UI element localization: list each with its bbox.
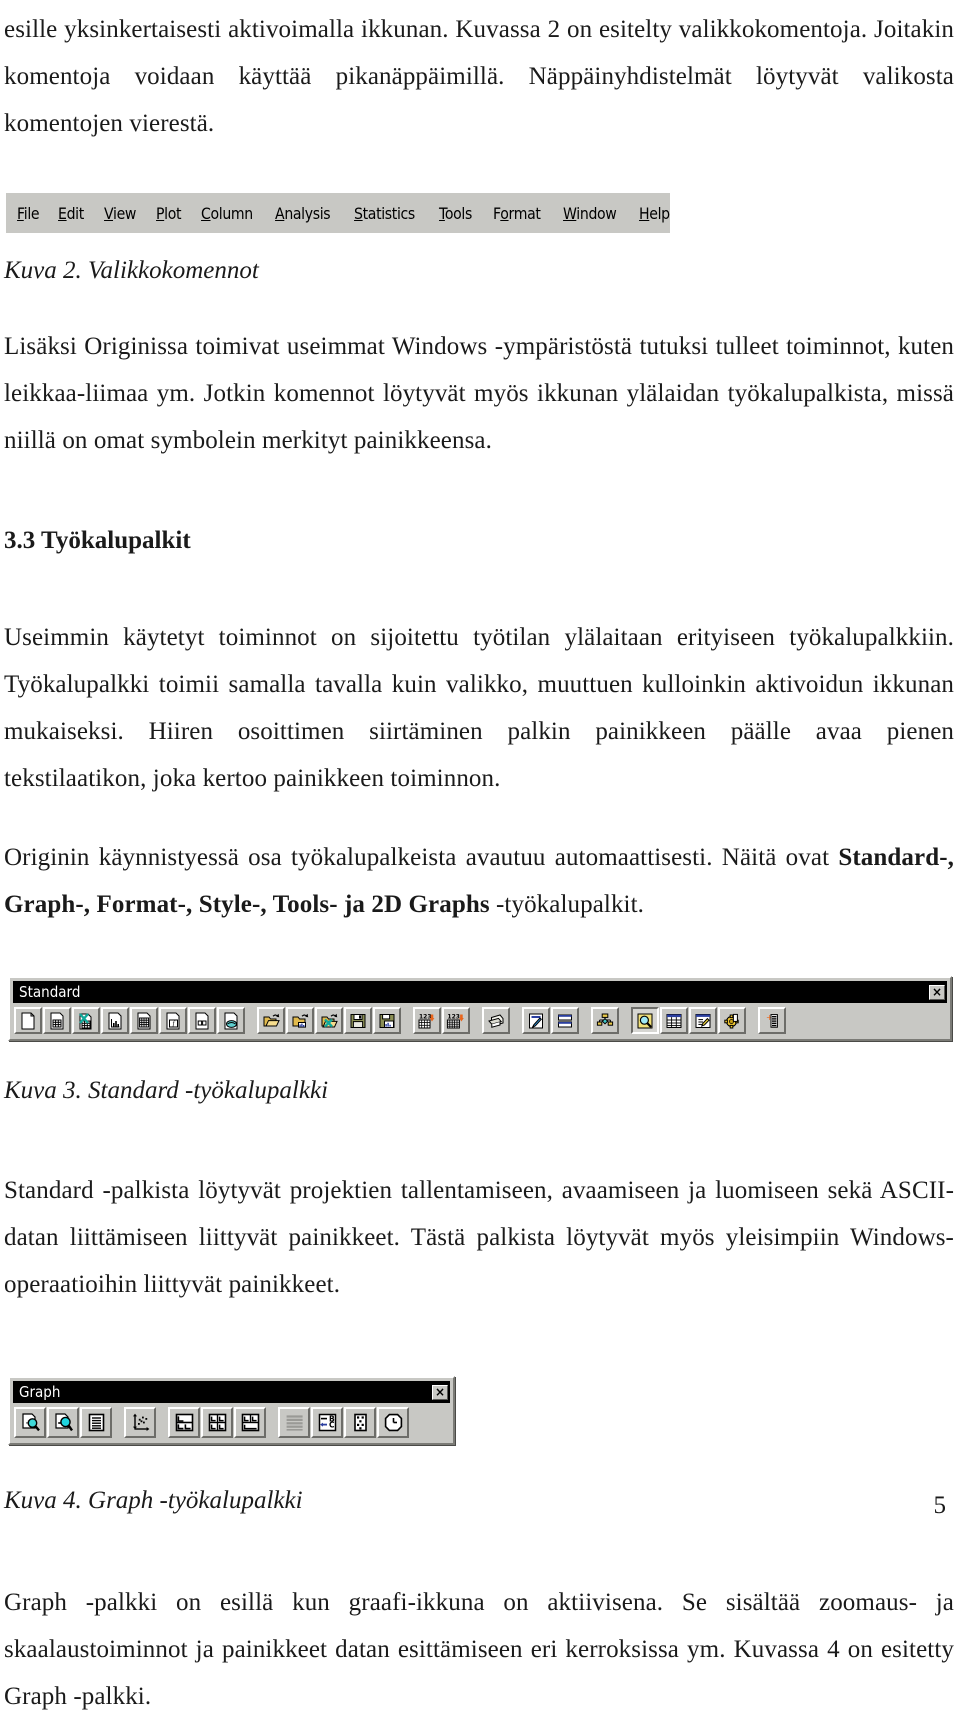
standard-toolbar-group-print xyxy=(482,1007,511,1034)
figure-graph-toolbar: Graph × + xyxy=(8,1376,960,1445)
new-function-icon[interactable]: f xyxy=(159,1007,187,1034)
close-icon[interactable]: × xyxy=(432,1384,448,1400)
merge-layers-icon[interactable]: BC xyxy=(311,1407,343,1438)
page-number: 5 xyxy=(933,1492,947,1519)
menu-item-tools[interactable]: Tools xyxy=(432,202,479,225)
svg-text:123: 123 xyxy=(419,1013,432,1020)
clock-icon[interactable] xyxy=(377,1407,409,1438)
new-excel-icon[interactable] xyxy=(72,1007,100,1034)
save-template-icon[interactable] xyxy=(373,1007,401,1034)
rescale-axes-icon[interactable] xyxy=(124,1407,156,1438)
save-project-icon[interactable] xyxy=(344,1007,372,1034)
new-notes-icon[interactable] xyxy=(217,1007,245,1034)
standard-toolbar-titlebar[interactable]: Standard × xyxy=(13,981,947,1003)
menu-item-edit[interactable]: Edit xyxy=(51,202,91,225)
standard-toolbar-group-edit xyxy=(522,1007,580,1034)
options-gear-icon[interactable] xyxy=(718,1007,746,1034)
copy-rows-icon[interactable] xyxy=(551,1007,579,1034)
caption-figure-4: Kuva 4. Graph -työkalupalkki xyxy=(4,1487,303,1514)
standard-toolbar-window: Standard × f 123 123 + xyxy=(8,976,952,1041)
standard-toolbar-title: Standard xyxy=(19,983,81,1001)
zoom-preview-icon[interactable] xyxy=(631,1007,659,1034)
zoom-in-icon[interactable]: + xyxy=(14,1407,46,1438)
heading-toolbars: 3.3 Työkalupalkit xyxy=(4,527,191,554)
graph-toolbar-group-layers xyxy=(168,1407,267,1438)
standard-toolbar-group-new: f xyxy=(14,1007,246,1034)
menu-item-help[interactable]: Help xyxy=(632,202,677,225)
svg-text:C: C xyxy=(329,1421,335,1430)
paragraph-standard-description: Standard -palkista löytyvät projektien t… xyxy=(4,1177,954,1298)
project-explorer-icon[interactable] xyxy=(591,1007,619,1034)
menu-item-format[interactable]: Format xyxy=(486,202,548,225)
standard-toolbar-group-view xyxy=(631,1007,747,1034)
figure-standard-toolbar: Standard × f 123 123 + xyxy=(8,976,960,1041)
graph-toolbar-title: Graph xyxy=(19,1383,61,1401)
graph-toolbar-body: + xyxy=(10,1403,453,1443)
open-template-icon[interactable] xyxy=(286,1007,314,1034)
paragraph-intro: esille yksinkertaisesti aktivoimalla ikk… xyxy=(4,16,954,137)
svg-text:123: 123 xyxy=(447,1013,460,1020)
caption-figure-3: Kuva 3. Standard -työkalupalkki xyxy=(4,1077,329,1104)
zoom-out-icon[interactable] xyxy=(47,1407,79,1438)
stack-lines-icon[interactable] xyxy=(278,1407,310,1438)
close-icon[interactable]: × xyxy=(929,984,945,1000)
menu-item-view[interactable]: View xyxy=(97,202,143,225)
caption-figure-2: Kuva 2. Valikkokomennot xyxy=(4,257,259,284)
paragraph-toolbars-2: Originin käynnistyessä osa työkalupalkei… xyxy=(0,834,960,928)
data-selector-icon[interactable] xyxy=(344,1407,376,1438)
worksheet-view-icon[interactable] xyxy=(660,1007,688,1034)
paragraph-toolbars-2-pre: Originin käynnistyessä osa työkalupalkei… xyxy=(4,844,839,871)
standard-toolbar-group-import: 123 123 xyxy=(413,1007,471,1034)
graph-toolbar-titlebar[interactable]: Graph × xyxy=(13,1381,450,1403)
menu-item-column[interactable]: Column xyxy=(194,202,260,225)
import-ascii-icon[interactable]: 123 xyxy=(413,1007,441,1034)
menu-item-plot[interactable]: Plot xyxy=(149,202,188,225)
menu-item-statistics[interactable]: Statistics xyxy=(347,202,422,225)
edit-icon[interactable] xyxy=(522,1007,550,1034)
paragraph-after-figure-2: Lisäksi Originissa toimivat useimmat Win… xyxy=(4,333,954,454)
origin-menu-bar[interactable]: File Edit View Plot Column Analysis Stat… xyxy=(6,193,671,233)
open-project-icon[interactable] xyxy=(257,1007,285,1034)
standard-toolbar-body: f 123 123 + xyxy=(10,1003,950,1039)
new-matrix-icon[interactable] xyxy=(130,1007,158,1034)
graph-toolbar-group-data: BC xyxy=(278,1407,410,1438)
layer-grid-4-icon[interactable] xyxy=(201,1407,233,1438)
document-page: esille yksinkertaisesti aktivoimalla ikk… xyxy=(0,0,960,1710)
paragraph-toolbars-1: Useimmin käytetyt toiminnot on sijoitett… xyxy=(4,624,954,792)
results-log-icon[interactable] xyxy=(689,1007,717,1034)
graph-toolbar-window: Graph × + xyxy=(8,1376,455,1445)
import-multiple-ascii-icon[interactable]: 123 xyxy=(442,1007,470,1034)
graph-toolbar-group-zoom: + xyxy=(14,1407,113,1438)
standard-toolbar-group-layers: + xyxy=(758,1007,787,1034)
new-graph-icon[interactable] xyxy=(101,1007,129,1034)
layer-grid-alt-icon[interactable] xyxy=(234,1407,266,1438)
layers-icon[interactable]: + xyxy=(758,1007,786,1034)
graph-toolbar-group-rescale xyxy=(124,1407,157,1438)
print-icon[interactable] xyxy=(482,1007,510,1034)
menu-item-window[interactable]: Window xyxy=(556,202,623,225)
new-project-icon[interactable] xyxy=(14,1007,42,1034)
new-layout-icon[interactable] xyxy=(188,1007,216,1034)
layer-arrange-icon[interactable] xyxy=(168,1407,200,1438)
menu-item-file[interactable]: File xyxy=(10,202,46,225)
menu-item-analysis[interactable]: Analysis xyxy=(268,202,337,225)
open-excel-icon[interactable] xyxy=(315,1007,343,1034)
paragraph-toolbars-2-post: -työkalupalkit. xyxy=(489,891,645,918)
new-worksheet-icon[interactable] xyxy=(43,1007,71,1034)
page-view-icon[interactable] xyxy=(80,1407,112,1438)
standard-toolbar-group-explorer xyxy=(591,1007,620,1034)
figure-menu-bar: File Edit View Plot Column Analysis Stat… xyxy=(0,193,960,233)
paragraph-graph-description: Graph -palkki on esillä kun graafi-ikkun… xyxy=(4,1589,954,1710)
standard-toolbar-group-open-save xyxy=(257,1007,402,1034)
